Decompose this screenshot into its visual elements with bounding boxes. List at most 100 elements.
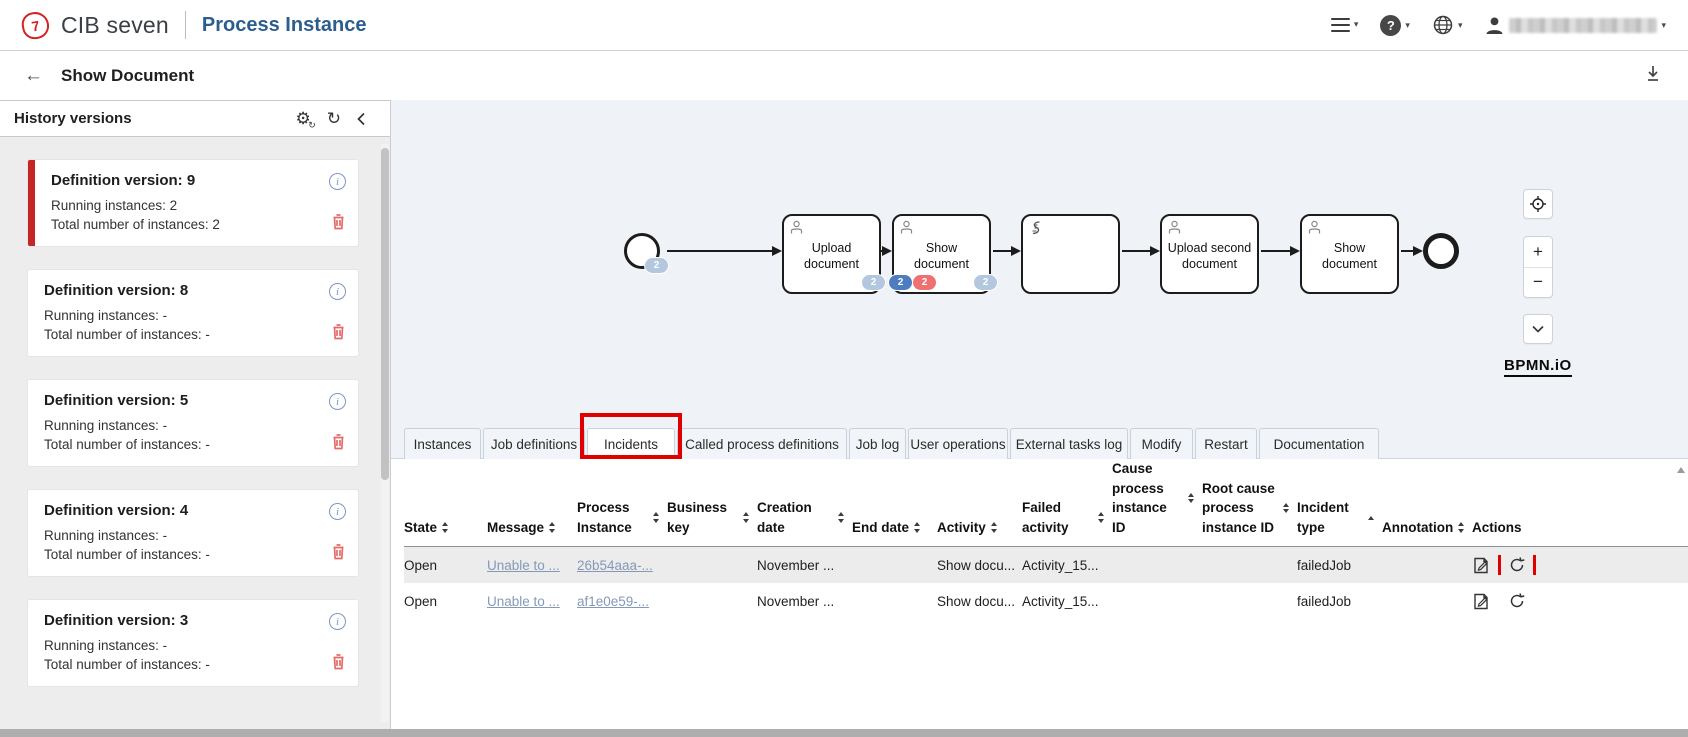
language-menu-button[interactable]: ▾ — [1432, 14, 1463, 36]
column-header-failed-activity[interactable]: Failed activity — [1022, 498, 1112, 537]
download-button[interactable] — [1644, 64, 1662, 88]
sort-icon — [549, 522, 555, 533]
tab-job-definitions[interactable]: Job definitions — [483, 428, 585, 459]
instance-count-badge[interactable]: 2 — [861, 274, 886, 291]
running-instances: Running instances: - — [44, 526, 344, 545]
version-title: Definition version: 9 — [51, 172, 344, 189]
process-detail-area: 2 Upload document 2 Show do — [391, 100, 1688, 729]
download-icon — [1644, 64, 1662, 83]
column-header-annotation[interactable]: Annotation — [1382, 518, 1472, 538]
bpmn-task-upload-second-document[interactable]: Upload second document — [1160, 214, 1259, 294]
retry-job-button[interactable] — [1507, 555, 1527, 575]
column-header-cause-process-instance-id[interactable]: Cause process instance ID — [1112, 459, 1202, 537]
delete-version-button[interactable] — [331, 323, 346, 346]
version-card-8[interactable]: Definition version: 8 Running instances:… — [28, 270, 358, 356]
info-icon[interactable]: i — [329, 283, 346, 300]
tab-documentation[interactable]: Documentation — [1259, 428, 1379, 459]
diagram-expand-button[interactable] — [1523, 314, 1553, 344]
user-icon — [1484, 15, 1505, 36]
detail-tabs: Instances Job definitions Incidents Call… — [391, 428, 1688, 459]
info-icon[interactable]: i — [329, 503, 346, 520]
tab-modify[interactable]: Modify — [1130, 428, 1193, 459]
instance-count-badge[interactable]: 2 — [973, 274, 998, 291]
sort-icon — [1283, 503, 1289, 514]
instance-count-badge[interactable]: 2 — [644, 257, 669, 274]
history-versions-panel: History versions ⚙↻ ↻ Definition version… — [0, 100, 391, 729]
sidebar-scrollbar-thumb[interactable] — [381, 148, 389, 480]
tab-external-tasks-log[interactable]: External tasks log — [1010, 428, 1128, 459]
app-root: 7 CIB seven Process Instance ▾ ? ▾ — [0, 0, 1688, 737]
incident-message-link[interactable]: Unable to ... — [487, 558, 560, 573]
tab-job-log[interactable]: Job log — [849, 428, 906, 459]
column-header-root-cause-process-instance-id[interactable]: Root cause process instance ID — [1202, 479, 1297, 538]
table-scroll-up-arrow[interactable] — [1677, 467, 1685, 473]
sync-icon: ↻ — [308, 121, 316, 130]
info-icon[interactable]: i — [329, 613, 346, 630]
version-card-list: Definition version: 9 Running instances:… — [0, 137, 390, 686]
delete-version-button[interactable] — [331, 543, 346, 566]
version-title: Definition version: 3 — [44, 612, 344, 629]
settings-sync-button[interactable]: ⚙↻ — [296, 110, 311, 127]
zoom-controls: + − — [1523, 236, 1553, 298]
column-header-business-key[interactable]: Business key — [667, 498, 757, 537]
column-header-state[interactable]: State — [404, 518, 487, 538]
user-menu-button[interactable]: ▾ — [1484, 15, 1666, 36]
version-card-4[interactable]: Definition version: 4 Running instances:… — [28, 490, 358, 576]
delete-version-button[interactable] — [331, 653, 346, 676]
process-instance-link[interactable]: af1e0e59-... — [577, 594, 649, 609]
version-card-9[interactable]: Definition version: 9 Running instances:… — [28, 160, 358, 246]
running-count-badge[interactable]: 2 — [888, 274, 913, 291]
version-card-5[interactable]: Definition version: 5 Running instances:… — [28, 380, 358, 466]
column-header-process-instance[interactable]: Process Instance — [577, 498, 667, 537]
cib-logo-icon[interactable]: 7 — [20, 9, 51, 40]
bpmn-end-event[interactable] — [1423, 233, 1459, 269]
zoom-out-button[interactable]: − — [1524, 268, 1552, 298]
tab-called-process-definitions[interactable]: Called process definitions — [677, 428, 847, 459]
incident-message-link[interactable]: Unable to ... — [487, 594, 560, 609]
column-header-end-date[interactable]: End date — [852, 518, 937, 538]
zoom-in-button[interactable]: + — [1524, 237, 1552, 268]
task-label: Show document — [897, 240, 986, 273]
script-task-icon — [1028, 220, 1044, 236]
bpmn-script-task[interactable] — [1021, 214, 1120, 294]
sequence-flow — [1401, 250, 1421, 252]
incidents-table: State Message Process Instance Business … — [391, 459, 1688, 619]
chevron-down-icon: ▾ — [1458, 21, 1463, 30]
running-instances: Running instances: - — [44, 636, 344, 655]
info-icon[interactable]: i — [329, 173, 346, 190]
running-instances: Running instances: - — [44, 306, 344, 325]
bpmn-task-show-document-2[interactable]: Show document — [1300, 214, 1399, 294]
back-button[interactable]: ← — [24, 65, 43, 87]
panel-title: History versions — [14, 110, 296, 127]
tab-incidents[interactable]: Incidents — [587, 428, 675, 459]
delete-version-button[interactable] — [331, 213, 346, 236]
retry-job-button[interactable] — [1507, 591, 1527, 611]
edit-annotation-button[interactable] — [1472, 556, 1491, 575]
total-instances: Total number of instances: - — [44, 325, 344, 344]
tab-user-operations[interactable]: User operations — [908, 428, 1008, 459]
column-header-activity[interactable]: Activity — [937, 518, 1022, 538]
sequence-flow — [993, 250, 1019, 252]
collapse-panel-button[interactable] — [357, 112, 366, 126]
bpmn-io-logo[interactable]: BPMN.iO — [1504, 357, 1572, 377]
retry-icon — [1507, 555, 1527, 575]
bpmn-diagram[interactable]: 2 Upload document 2 Show do — [391, 100, 1688, 428]
table-header-row: State Message Process Instance Business … — [404, 459, 1688, 547]
info-icon[interactable]: i — [329, 393, 346, 410]
incident-count-badge[interactable]: 2 — [912, 274, 937, 291]
reset-view-button[interactable] — [1523, 189, 1553, 219]
column-header-incident-type[interactable]: Incident type — [1297, 498, 1382, 537]
process-instance-link[interactable]: 26b54aaa-... — [577, 558, 653, 573]
version-card-3[interactable]: Definition version: 3 Running instances:… — [28, 600, 358, 686]
tab-restart[interactable]: Restart — [1195, 428, 1257, 459]
history-versions-header: History versions ⚙↻ ↻ — [0, 100, 390, 137]
help-menu-button[interactable]: ? ▾ — [1380, 15, 1410, 36]
refresh-button[interactable]: ↻ — [327, 110, 341, 127]
apps-menu-button[interactable]: ▾ — [1331, 18, 1359, 32]
horizontal-scrollbar[interactable] — [0, 729, 1688, 737]
column-header-message[interactable]: Message — [487, 518, 577, 538]
delete-version-button[interactable] — [331, 433, 346, 456]
column-header-creation-date[interactable]: Creation date — [757, 498, 852, 537]
tab-instances[interactable]: Instances — [404, 428, 481, 459]
edit-annotation-button[interactable] — [1472, 592, 1491, 611]
